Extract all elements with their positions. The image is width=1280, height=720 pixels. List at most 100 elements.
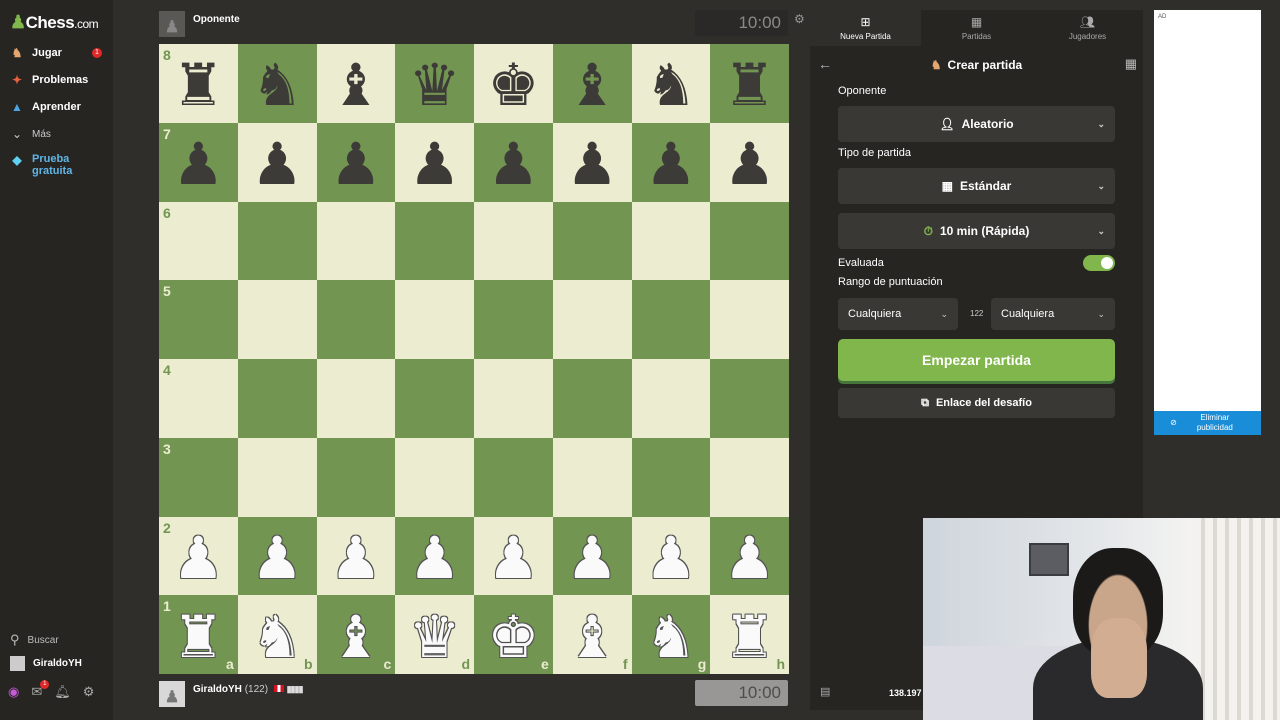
start-game-button[interactable]: Empezar partida [838,339,1115,381]
tab-players[interactable]: 👥︎ Jugadores [1032,10,1143,46]
board-square-b7[interactable]: ♟ [237,122,317,202]
board-square-g1[interactable]: g ♞ [631,595,711,674]
black-king-piece[interactable]: ♚ [487,56,539,114]
board-square-a8[interactable]: 8 ♜ [159,44,238,123]
board-square-e6[interactable] [474,201,553,281]
board-square-f7[interactable]: ♟ [552,122,632,202]
board-square-f2[interactable]: ♟ [552,516,632,596]
sidebar-item-free-trial[interactable]: ◆ Prueba gratuita [10,153,72,177]
black-pawn-piece[interactable]: ♟ [172,135,224,193]
rating-range-min-select[interactable]: Cualquiera ⌄ [838,298,958,330]
white-rook-piece[interactable]: ♜ [172,608,224,666]
board-square-h3[interactable] [710,437,789,517]
board-square-g6[interactable] [631,201,711,281]
black-queen-piece[interactable]: ♛ [409,56,461,114]
board-square-f1[interactable]: f ♝ [552,595,632,674]
black-rook-piece[interactable]: ♜ [724,56,776,114]
rating-range-max-select[interactable]: Cualquiera ⌄ [991,298,1115,330]
white-queen-piece[interactable]: ♛ [409,608,461,666]
chess-com-logo[interactable]: ♟Chess.com [10,12,99,33]
gear-icon[interactable]: ⚙ [83,684,95,700]
board-square-b8[interactable]: ♞ [237,44,317,123]
board-square-e1[interactable]: e ♚ [474,595,553,674]
board-square-g5[interactable] [631,280,711,359]
board-square-a5[interactable]: 5 [159,280,238,359]
board-square-c6[interactable] [316,201,396,281]
board-grid-icon[interactable]: ▦ [1125,56,1137,72]
sidebar-item-play[interactable]: ♞ Jugar [10,46,62,60]
white-bishop-piece[interactable]: ♝ [566,608,618,666]
black-pawn-piece[interactable]: ♟ [645,135,697,193]
board-square-a2[interactable]: 2 ♟ [159,516,238,596]
board-square-b5[interactable] [237,280,317,359]
white-bishop-piece[interactable]: ♝ [330,608,382,666]
board-square-b6[interactable] [237,201,317,281]
globe-icon[interactable]: ◉ [8,684,19,700]
ad-banner[interactable]: AD ⊘ Eliminar publicidad [1154,10,1261,435]
board-square-h2[interactable]: ♟ [710,516,789,596]
white-pawn-piece[interactable]: ♟ [172,529,224,587]
black-pawn-piece[interactable]: ♟ [409,135,461,193]
board-square-c5[interactable] [316,280,396,359]
board-square-d3[interactable] [395,437,474,517]
board-square-g3[interactable] [631,437,711,517]
sidebar-search[interactable]: ⚲ Buscar [10,632,59,648]
board-square-c4[interactable] [316,359,396,438]
bell-icon[interactable]: 🔔︎ [54,684,71,700]
board-square-e7[interactable]: ♟ [474,122,553,202]
white-pawn-piece[interactable]: ♟ [566,529,618,587]
board-square-a1[interactable]: 1 a ♜ [159,595,238,674]
board-square-b1[interactable]: b ♞ [237,595,317,674]
white-knight-piece[interactable]: ♞ [251,608,303,666]
sidebar-item-learn[interactable]: ▲ Aprender [10,100,81,114]
board-square-g8[interactable]: ♞ [631,44,711,123]
board-square-d1[interactable]: d ♛ [395,595,474,674]
board-square-a4[interactable]: 4 [159,359,238,438]
sidebar-item-more[interactable]: ⌄ Más [10,127,51,141]
board-square-a3[interactable]: 3 [159,437,238,517]
board-square-e8[interactable]: ♚ [474,44,553,123]
board-square-d8[interactable]: ♛ [395,44,474,123]
board-square-c8[interactable]: ♝ [316,44,396,123]
board-square-e3[interactable] [474,437,553,517]
black-rook-piece[interactable]: ♜ [172,56,224,114]
black-pawn-piece[interactable]: ♟ [566,135,618,193]
board-square-h1[interactable]: h ♜ [710,595,789,674]
white-pawn-piece[interactable]: ♟ [487,529,539,587]
opponent-select[interactable]: 👤︎ Aleatorio ⌄ [838,106,1115,142]
white-pawn-piece[interactable]: ♟ [724,529,776,587]
board-square-f4[interactable] [552,359,632,438]
chat-icon[interactable]: ▤ [820,685,830,698]
board-square-f8[interactable]: ♝ [552,44,632,123]
white-king-piece[interactable]: ♚ [487,608,539,666]
white-pawn-piece[interactable]: ♟ [330,529,382,587]
remove-ads-button[interactable]: ⊘ Eliminar publicidad [1154,411,1261,435]
board-square-b3[interactable] [237,437,317,517]
black-pawn-piece[interactable]: ♟ [724,135,776,193]
board-square-h5[interactable] [710,280,789,359]
black-knight-piece[interactable]: ♞ [251,56,303,114]
board-square-d6[interactable] [395,201,474,281]
chess-board[interactable]: 8 ♜ ♞ ♝ ♛ ♚ ♝ ♞ ♜ 7 ♟ ♟ ♟ ♟ ♟ ♟ ♟ ♟ 6 5 4 3 2 ♟ ♟ ♟ ♟ ♟ ♟ ♟ ♟ 1 a ♜ b ♞ c ♝ d ♛… [159,44,789,674]
black-knight-piece[interactable]: ♞ [645,56,697,114]
board-square-c1[interactable]: c ♝ [316,595,396,674]
black-bishop-piece[interactable]: ♝ [330,56,382,114]
black-pawn-piece[interactable]: ♟ [330,135,382,193]
black-pawn-piece[interactable]: ♟ [487,135,539,193]
white-pawn-piece[interactable]: ♟ [251,529,303,587]
mail-icon[interactable]: ✉ 1 [31,680,50,700]
board-square-g4[interactable] [631,359,711,438]
board-square-h7[interactable]: ♟ [710,122,789,202]
board-square-h6[interactable] [710,201,789,281]
challenge-link-button[interactable]: ⧉ Enlace del desafío [838,388,1115,418]
tab-new-game[interactable]: ⊞ Nueva Partida [810,10,921,46]
black-bishop-piece[interactable]: ♝ [566,56,618,114]
board-square-a7[interactable]: 7 ♟ [159,122,238,202]
rated-toggle[interactable] [1083,255,1115,271]
board-square-e4[interactable] [474,359,553,438]
white-pawn-piece[interactable]: ♟ [409,529,461,587]
white-pawn-piece[interactable]: ♟ [645,529,697,587]
board-square-e2[interactable]: ♟ [474,516,553,596]
board-square-f6[interactable] [552,201,632,281]
board-square-a6[interactable]: 6 [159,201,238,281]
